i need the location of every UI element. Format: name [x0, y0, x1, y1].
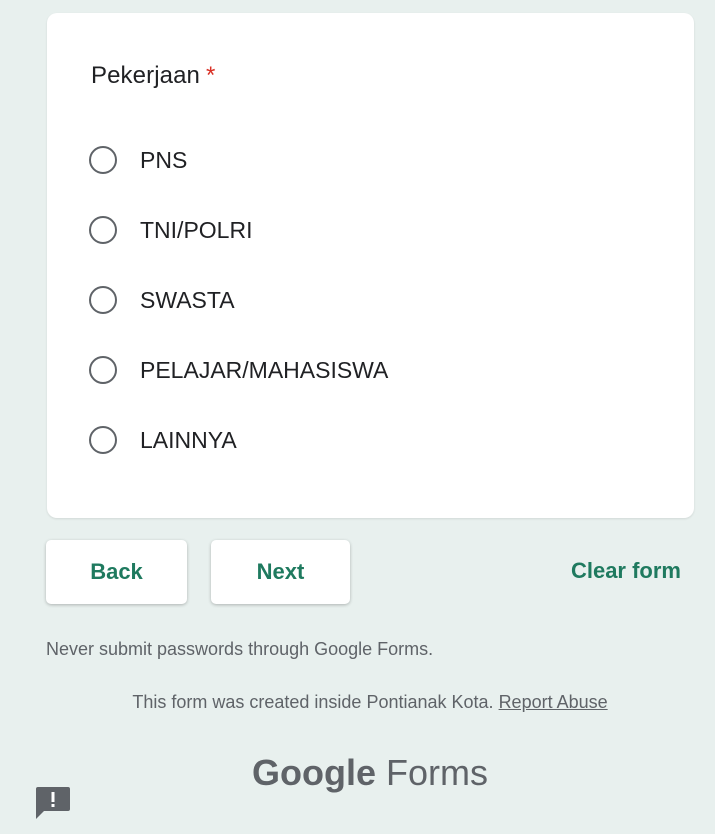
option-tni-polri[interactable]: TNI/POLRI: [89, 210, 252, 250]
option-label: TNI/POLRI: [140, 216, 253, 243]
feedback-icon: [36, 787, 70, 819]
google-forms-logo: Google Forms: [0, 752, 719, 794]
logo-forms-text: Forms: [386, 752, 488, 793]
option-pns[interactable]: PNS: [89, 140, 187, 180]
option-lainnya[interactable]: LAINNYA: [89, 420, 237, 460]
back-button[interactable]: Back: [46, 540, 187, 604]
option-swasta[interactable]: SWASTA: [89, 280, 235, 320]
required-asterisk: *: [205, 62, 216, 89]
option-label: PNS: [140, 146, 188, 173]
option-label: SWASTA: [140, 286, 235, 313]
form-origin-line: This form was created inside Pontianak K…: [0, 692, 719, 713]
option-label: LAINNYA: [140, 426, 237, 453]
radio-unchecked-icon[interactable]: [89, 216, 117, 244]
next-button[interactable]: Next: [211, 540, 350, 604]
feedback-button[interactable]: [34, 785, 72, 821]
form-origin-text: This form was created inside Pontianak K…: [132, 692, 494, 712]
option-pelajar-mahasiswa[interactable]: PELAJAR/MAHASISWA: [89, 350, 388, 390]
radio-unchecked-icon[interactable]: [89, 426, 117, 454]
report-abuse-link[interactable]: Report Abuse: [499, 692, 608, 712]
question-title-text: Pekerjaan: [91, 62, 200, 89]
radio-unchecked-icon[interactable]: [89, 356, 117, 384]
password-warning: Never submit passwords through Google Fo…: [46, 639, 434, 659]
question-card: Pekerjaan * PNS TNI/POLRI SWASTA PELAJAR/…: [47, 13, 694, 518]
option-label: PELAJAR/MAHASISWA: [140, 356, 389, 383]
radio-unchecked-icon[interactable]: [89, 286, 117, 314]
logo-google-text: Google: [251, 752, 376, 793]
clear-form-button[interactable]: Clear form: [571, 558, 681, 584]
question-title: Pekerjaan *: [91, 62, 215, 90]
radio-unchecked-icon[interactable]: [89, 146, 117, 174]
